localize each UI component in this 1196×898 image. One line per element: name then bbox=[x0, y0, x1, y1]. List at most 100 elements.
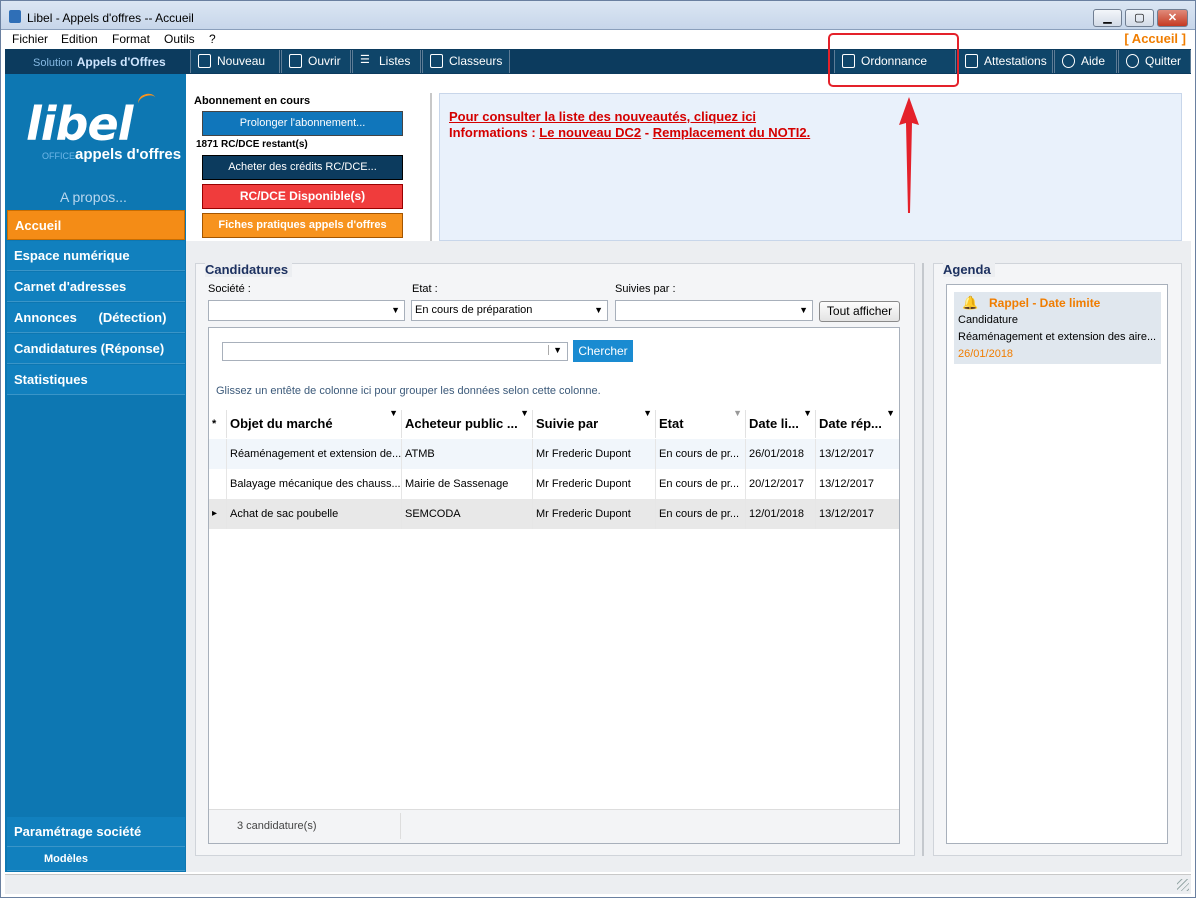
nav-parametrage-societe[interactable]: Paramétrage société bbox=[7, 817, 185, 847]
informations-label: Informations : bbox=[449, 125, 540, 140]
nav-candidatures[interactable]: Candidatures (Réponse) bbox=[7, 334, 185, 364]
nouveau-button[interactable]: Nouveau bbox=[190, 50, 280, 73]
column-header-acheteur[interactable]: Acheteur public ... ▼ bbox=[402, 408, 533, 438]
subscription-title: Abonnement en cours bbox=[194, 95, 311, 107]
etat-header-label: Etat bbox=[659, 416, 684, 431]
chercher-button[interactable]: Chercher bbox=[573, 340, 633, 362]
classeurs-label: Classeurs bbox=[449, 54, 503, 68]
resize-grip-icon[interactable] bbox=[1177, 879, 1189, 891]
menu-format[interactable]: Format bbox=[112, 32, 150, 46]
cell-acheteur: ATMB bbox=[402, 439, 533, 469]
cell-date-limite: 20/12/2017 bbox=[746, 469, 816, 499]
prolonger-button[interactable]: Prolonger l'abonnement... bbox=[202, 111, 403, 136]
nav-statistiques[interactable]: Statistiques bbox=[7, 365, 185, 395]
ouvrir-button[interactable]: Ouvrir bbox=[281, 50, 351, 73]
bell-icon: 🔔 bbox=[962, 295, 979, 310]
nav-carnet-adresses[interactable]: Carnet d'adresses bbox=[7, 272, 185, 302]
maximize-button[interactable]: ▢ bbox=[1125, 9, 1154, 27]
cell-suivie: Mr Frederic Dupont bbox=[533, 469, 656, 499]
table-row[interactable]: Réaménagement et extension de... ATMB Mr… bbox=[209, 439, 899, 469]
ouvrir-label: Ouvrir bbox=[308, 54, 341, 68]
suivies-select[interactable]: ▼ bbox=[615, 300, 813, 321]
cell-acheteur: SEMCODA bbox=[402, 499, 533, 529]
table-row[interactable]: Balayage mécanique des chauss... Mairie … bbox=[209, 469, 899, 499]
classeurs-button[interactable]: Classeurs bbox=[422, 50, 510, 73]
subscription-panel: Abonnement en cours Prolonger l'abonneme… bbox=[193, 93, 421, 241]
apropos-link[interactable]: A propos... bbox=[60, 189, 127, 205]
folder-open-icon bbox=[289, 54, 302, 68]
column-header-marker: * bbox=[209, 410, 227, 438]
aide-button[interactable]: Aide bbox=[1054, 50, 1117, 73]
agenda-item-type: Candidature bbox=[958, 314, 1018, 326]
table-row-selected[interactable]: ▸ Achat de sac poubelle SEMCODA Mr Frede… bbox=[209, 499, 899, 529]
nav-espace-numerique[interactable]: Espace numérique bbox=[7, 241, 185, 271]
nav-annonces[interactable]: Annonces (Détection) bbox=[7, 303, 185, 333]
suivies-label: Suivies par : bbox=[615, 283, 676, 295]
nav-accueil[interactable]: Accueil bbox=[7, 210, 185, 240]
logo-subtitle: OFFICEappels d'offres bbox=[42, 146, 181, 163]
list-icon: ☰ bbox=[360, 54, 370, 66]
window-title: Libel - Appels d'offres -- Accueil bbox=[27, 11, 194, 25]
red-arrow-annotation bbox=[899, 97, 919, 213]
filter-icon[interactable]: ▼ bbox=[733, 408, 742, 418]
column-header-suivie[interactable]: Suivie par ▼ bbox=[533, 408, 656, 438]
agenda-list bbox=[946, 284, 1168, 844]
suivie-header-label: Suivie par bbox=[536, 416, 599, 431]
close-button[interactable]: ✕ bbox=[1157, 9, 1188, 27]
filter-icon[interactable]: ▼ bbox=[886, 408, 895, 418]
date-reponse-header-label: Date rép... bbox=[819, 416, 882, 431]
cell-date-reponse: 13/12/2017 bbox=[819, 478, 875, 490]
menu-fichier[interactable]: Fichier bbox=[12, 32, 48, 46]
attestations-button[interactable]: Attestations bbox=[957, 50, 1053, 73]
societe-label: Société : bbox=[208, 283, 251, 295]
row-marker bbox=[209, 469, 227, 499]
footer-divider bbox=[400, 813, 401, 839]
societe-select[interactable]: ▼ bbox=[208, 300, 405, 321]
toolbar: Solution Appels d'Offres Nouveau Ouvrir ☰… bbox=[5, 49, 1191, 90]
candidatures-grid bbox=[208, 327, 900, 844]
etat-label: Etat : bbox=[412, 283, 438, 295]
help-icon bbox=[1062, 54, 1075, 68]
cell-suivie: Mr Frederic Dupont bbox=[533, 499, 656, 529]
filter-icon[interactable]: ▼ bbox=[643, 408, 652, 418]
column-header-date-reponse[interactable]: Date rép... ▼ bbox=[816, 408, 898, 438]
tout-afficher-button[interactable]: Tout afficher bbox=[819, 301, 900, 322]
chevron-down-icon: ▼ bbox=[799, 305, 808, 315]
cell-objet: Balayage mécanique des chauss... bbox=[227, 469, 402, 499]
column-header-date-limite[interactable]: Date li... ▼ bbox=[746, 408, 816, 438]
listes-button[interactable]: ☰ Listes bbox=[352, 50, 421, 73]
filter-icon[interactable]: ▼ bbox=[389, 408, 398, 418]
column-header-etat[interactable]: Etat ▼ bbox=[656, 408, 746, 438]
new-document-icon bbox=[198, 54, 211, 68]
filter-icon[interactable]: ▼ bbox=[803, 408, 812, 418]
folder-icon bbox=[430, 54, 443, 68]
nouveautes-link[interactable]: Pour consulter la liste des nouveautés, … bbox=[449, 109, 756, 124]
rc-dce-disponible-button[interactable]: RC/DCE Disponible(s) bbox=[202, 184, 403, 209]
column-header-objet[interactable]: Objet du marché ▼ bbox=[227, 408, 402, 438]
noti2-link[interactable]: Remplacement du NOTI2. bbox=[653, 125, 810, 140]
candidatures-title: Candidatures bbox=[205, 262, 293, 277]
nav-modeles[interactable]: Modèles bbox=[7, 847, 185, 871]
menu-edition[interactable]: Edition bbox=[61, 32, 98, 46]
quitter-button[interactable]: Quitter bbox=[1118, 50, 1191, 73]
chevron-down-icon: ▼ bbox=[391, 305, 400, 315]
aide-label: Aide bbox=[1081, 54, 1106, 68]
dc2-link[interactable]: Le nouveau DC2 bbox=[539, 125, 641, 140]
separator: - bbox=[641, 125, 653, 140]
candidature-count: 3 candidature(s) bbox=[237, 820, 317, 832]
cell-suivie: Mr Frederic Dupont bbox=[533, 439, 656, 469]
menu-help[interactable]: ? bbox=[209, 32, 216, 46]
search-input[interactable]: ▼ bbox=[222, 342, 568, 361]
agenda-title: Agenda bbox=[943, 262, 995, 277]
filter-icon[interactable]: ▼ bbox=[520, 408, 529, 418]
agenda-item[interactable]: 🔔 Rappel - Date limite Candidature Réamé… bbox=[954, 292, 1161, 364]
minimize-button[interactable]: ▁ bbox=[1093, 9, 1122, 27]
acheter-credits-button[interactable]: Acheter des crédits RC/DCE... bbox=[202, 155, 403, 180]
menu-outils[interactable]: Outils bbox=[164, 32, 195, 46]
quitter-label: Quitter bbox=[1145, 54, 1182, 68]
cell-date-limite: 12/01/2018 bbox=[746, 499, 816, 529]
remaining-credits: 1871 RC/DCE restant(s) bbox=[196, 139, 308, 150]
panel-splitter[interactable] bbox=[922, 263, 924, 856]
fiches-pratiques-button[interactable]: Fiches pratiques appels d'offres bbox=[202, 213, 403, 238]
etat-select[interactable]: En cours de préparation ▼ bbox=[411, 300, 608, 321]
